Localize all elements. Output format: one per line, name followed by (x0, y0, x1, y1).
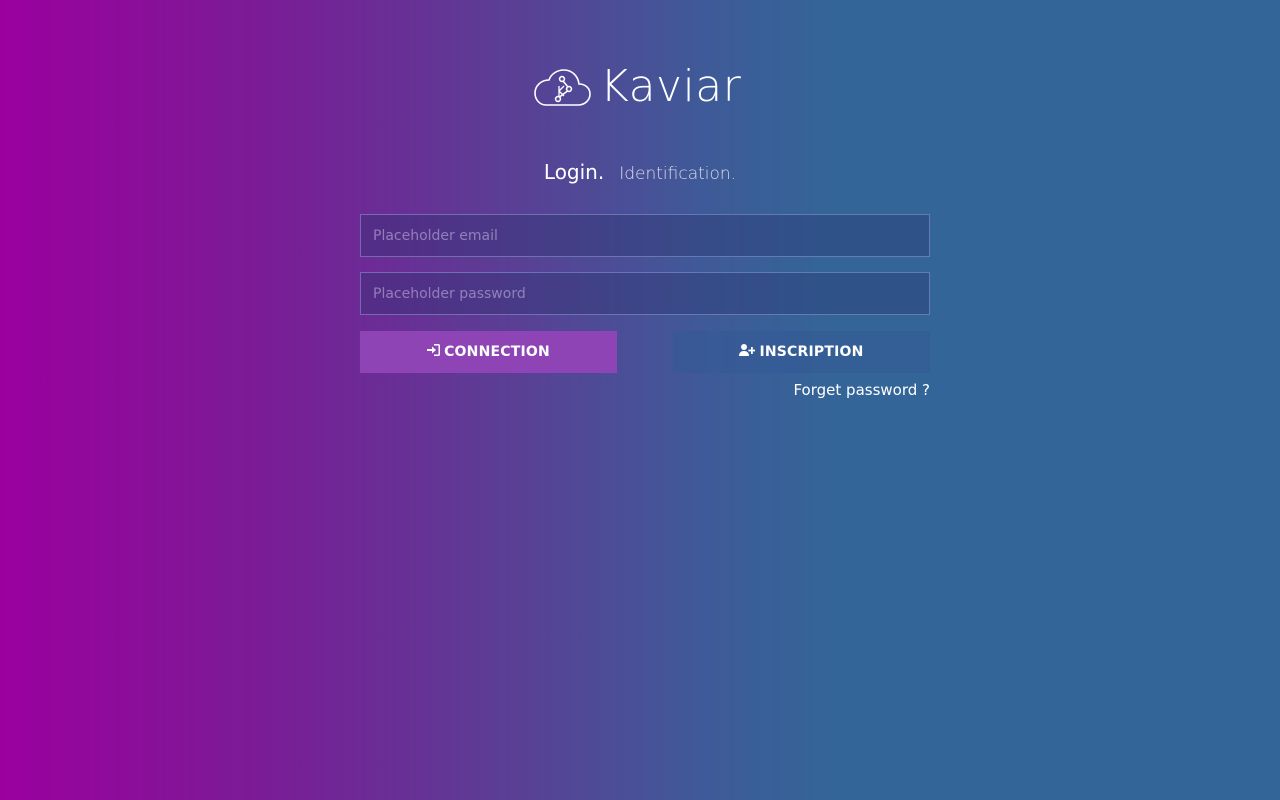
inscription-label: INSCRIPTION (759, 344, 864, 360)
login-title: Login. (543, 160, 605, 184)
logo: Kaviar (532, 62, 752, 112)
sign-in-icon (427, 344, 444, 360)
page-title: Login. Identification. (0, 160, 1280, 184)
connection-button[interactable]: CONNECTION (360, 331, 617, 373)
password-field[interactable] (360, 272, 930, 315)
forgot-password-link[interactable]: Forget password ? (793, 381, 930, 399)
cloud-network-icon (532, 65, 592, 109)
brand-name: Kaviar (600, 61, 742, 112)
connection-label: CONNECTION (444, 344, 550, 360)
login-subtitle: Identification. (619, 164, 737, 184)
email-field[interactable] (360, 214, 930, 257)
user-plus-icon (739, 344, 759, 360)
inscription-button[interactable]: INSCRIPTION (673, 331, 930, 373)
